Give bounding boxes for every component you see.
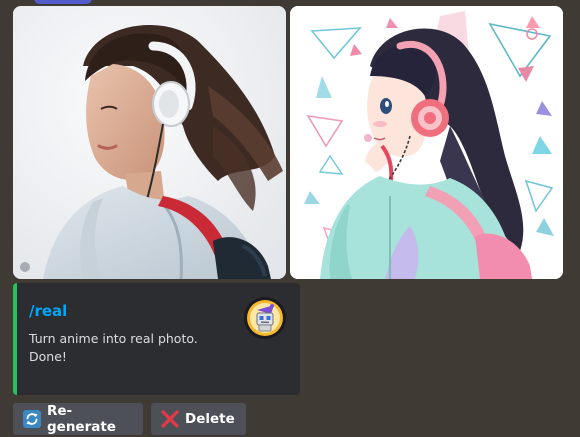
delete-label: Delete <box>185 411 235 427</box>
anime-portrait-icon <box>290 6 563 279</box>
refresh-icon <box>23 410 41 428</box>
cross-icon <box>161 410 179 428</box>
realistic-photo-image[interactable] <box>13 6 286 279</box>
embed-description-line-2: Done! <box>29 349 67 364</box>
bot-avatar-icon <box>244 297 286 339</box>
regenerate-label: Re-generate <box>47 403 116 435</box>
embed-title[interactable]: /real <box>29 302 67 320</box>
photo-portrait-icon <box>13 6 286 279</box>
image-gallery <box>13 6 563 279</box>
top-cutoff-pill <box>34 0 92 4</box>
watermark-icon <box>20 262 30 272</box>
embed-description: Turn anime into real photo. Done! <box>29 330 198 366</box>
embed-description-line-1: Turn anime into real photo. <box>29 331 198 346</box>
regenerate-button[interactable]: Re-generate <box>13 403 143 435</box>
delete-button[interactable]: Delete <box>151 403 246 435</box>
anime-illustration-image[interactable] <box>290 6 563 279</box>
command-embed: /real Turn anime into real photo. Done! <box>13 283 300 395</box>
